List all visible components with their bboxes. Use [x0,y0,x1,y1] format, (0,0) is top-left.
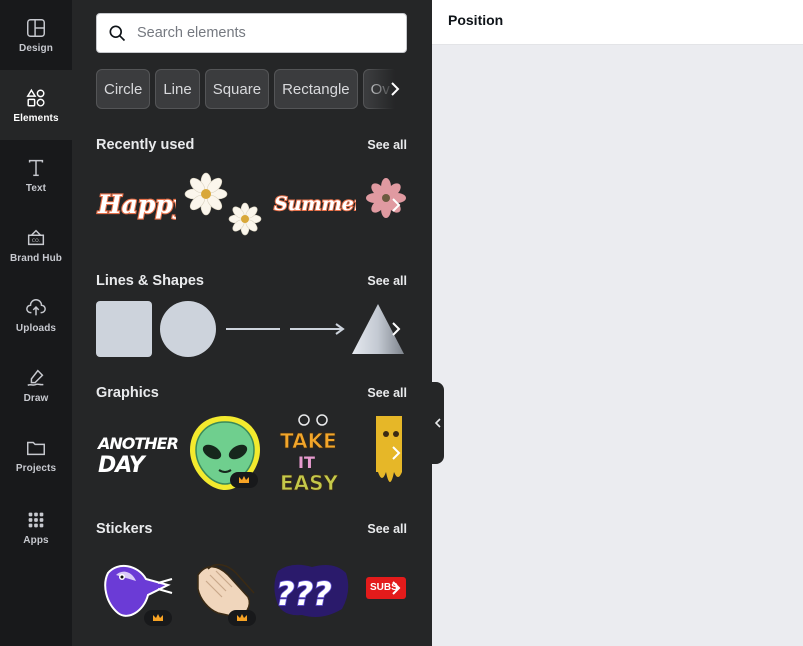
question-marks-text: ??? [276,575,332,613]
it-text: IT [298,453,315,472]
square-shape[interactable] [96,301,152,357]
graphics-header: Graphics See all [96,383,407,403]
rail-label: Design [19,42,53,54]
recently-used-header: Recently used See all [96,135,407,155]
rail-item-apps[interactable]: Apps [0,492,72,562]
clapping-hands-sticker[interactable] [188,555,260,627]
chip-rectangle[interactable]: Rectangle [274,69,358,109]
search-icon [109,25,126,42]
svg-text:CO.: CO. [32,238,40,244]
recently-used-row: Happy Summer [96,170,407,240]
rail-item-uploads[interactable]: Uploads [0,280,72,350]
line-shape[interactable] [224,320,282,338]
arrow-line-shape[interactable] [288,320,346,338]
rail-item-design[interactable]: Design [0,0,72,70]
position-button[interactable]: Position [448,12,503,28]
chevron-right-icon [392,322,401,336]
chevron-left-icon [435,418,441,428]
recently-used-scroll-right[interactable] [385,194,407,216]
lines-shapes-see-all[interactable]: See all [367,274,407,288]
another-day-graphic[interactable]: ANOTHER DAY [96,428,178,478]
rail-item-draw[interactable]: Draw [0,350,72,420]
alien-graphic[interactable] [186,412,264,492]
chip-line[interactable]: Line [155,69,200,109]
elements-panel: CircleLineSquareRectangleOv Recently use… [72,0,432,646]
rail-label: Brand Hub [9,252,62,264]
graphics-scroll-right[interactable] [385,442,407,464]
rail-label: Text [25,182,47,194]
take-text: TAKE [280,429,337,453]
daisies-graphic[interactable] [184,172,264,238]
rail-label: Projects [15,462,57,474]
rail-label: Uploads [15,322,57,334]
chip-square[interactable]: Square [204,69,270,109]
chevron-right-icon [392,581,401,595]
rail-label: Draw [23,392,49,404]
summer-sticker-text: Summer [274,193,356,215]
bird-sticker[interactable] [98,555,176,627]
crown-icon [239,476,249,483]
chevron-right-icon [392,446,401,460]
design-icon [27,18,45,37]
rail-label: Apps [23,534,49,546]
section-title: Graphics [96,385,159,401]
chevron-right-icon [391,82,400,96]
canvas-area[interactable] [444,46,803,646]
text-icon [28,159,44,176]
recently-used-see-all[interactable]: See all [367,138,407,152]
search-input[interactable] [137,25,387,41]
question-marks-sticker[interactable]: ??? [272,561,350,621]
stickers-header: Stickers See all [96,519,407,539]
brand-hub-icon: CO. [27,229,45,245]
circle-shape[interactable] [160,301,216,357]
uploads-icon [26,298,46,315]
section-title: Stickers [96,521,153,537]
search-box[interactable] [96,13,407,53]
lines-shapes-header: Lines & Shapes See all [96,271,407,291]
rail-item-elements[interactable]: Elements [0,70,72,140]
filter-chips: CircleLineSquareRectangleOv [96,69,407,109]
left-rail: Design Elements Text CO. Brand Hub Uploa… [0,0,72,646]
graphics-row: ANOTHER DAY TAKE IT EASY [96,410,407,496]
premium-badge [228,610,256,626]
lines-shapes-row [96,300,407,358]
section-title: Recently used [96,137,195,153]
elements-icon [26,88,45,107]
stickers-scroll-right[interactable] [385,577,407,599]
rail-item-brand-hub[interactable]: CO. Brand Hub [0,210,72,280]
premium-badge [230,472,258,488]
easy-text: EASY [280,471,339,494]
stickers-see-all[interactable]: See all [367,522,407,536]
rail-item-projects[interactable]: Projects [0,420,72,490]
premium-badge [144,610,172,626]
crown-icon [237,614,247,621]
chevron-right-icon [392,198,401,212]
projects-icon [27,441,45,455]
chip-circle[interactable]: Circle [96,69,151,109]
happy-sticker-text: Happy [97,190,176,219]
summer-sticker[interactable]: Summer [272,182,356,222]
editor-toolbar: Position [432,0,803,45]
section-title: Lines & Shapes [96,273,204,289]
crown-icon [153,614,163,621]
collapse-panel-button[interactable] [432,382,444,464]
apps-icon [28,512,44,527]
rail-item-text[interactable]: Text [0,140,72,210]
draw-icon [27,369,44,386]
rail-label: Elements [13,112,59,124]
another-day-text-top: ANOTHER [96,434,178,453]
stickers-row: ??? SUBS [96,553,407,629]
happy-sticker[interactable]: Happy [96,180,176,225]
another-day-text-bottom: DAY [98,453,147,478]
chips-scroll-right[interactable] [383,77,407,101]
take-it-easy-graphic[interactable]: TAKE IT EASY [276,412,348,494]
lines-shapes-scroll-right[interactable] [385,318,407,340]
graphics-see-all[interactable]: See all [367,386,407,400]
